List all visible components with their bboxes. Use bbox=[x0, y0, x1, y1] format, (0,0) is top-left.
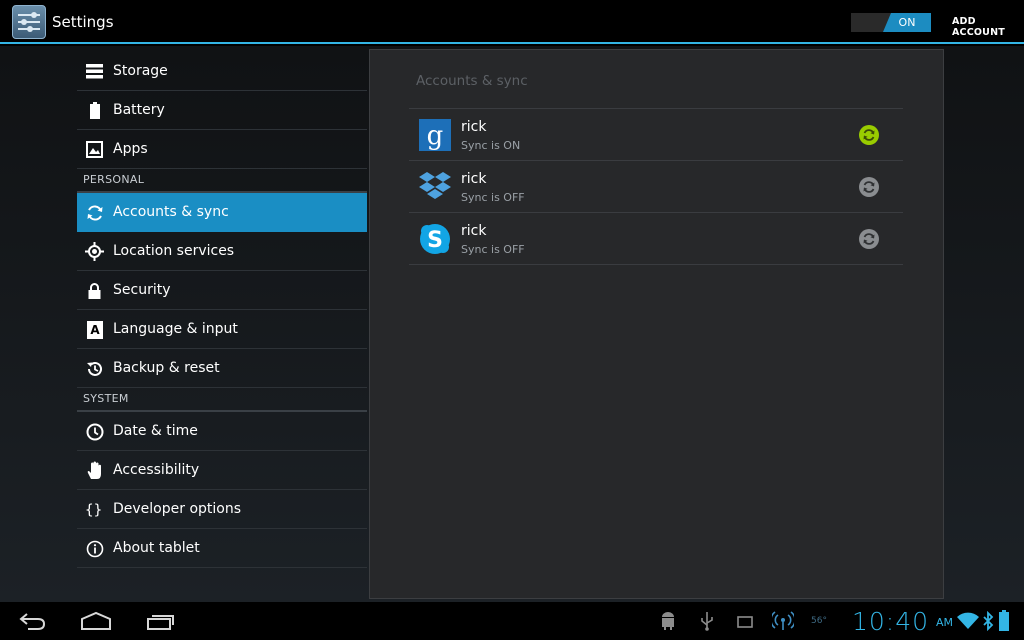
home-button[interactable] bbox=[80, 611, 112, 635]
wifi-icon bbox=[957, 612, 979, 634]
accounts-sync-toggle[interactable]: ON bbox=[851, 13, 931, 32]
action-bar: Settings ON ADD ACCOUNT bbox=[0, 0, 1024, 44]
sidebar-item-label: Language & input bbox=[113, 321, 238, 337]
svg-text:g: g bbox=[427, 121, 444, 151]
screenshot-icon bbox=[736, 611, 754, 635]
sidebar-item-apps[interactable]: Apps bbox=[77, 130, 367, 169]
lock-icon bbox=[85, 281, 104, 300]
apps-icon bbox=[85, 140, 104, 159]
svg-text:S: S bbox=[427, 228, 443, 253]
section-header-label: SYSTEM bbox=[83, 392, 129, 405]
storage-icon bbox=[85, 62, 104, 81]
sidebar-item-label: Location services bbox=[113, 243, 235, 259]
account-sync-status: Sync is OFF bbox=[461, 191, 525, 204]
hotspot-icon bbox=[770, 611, 796, 635]
account-sync-status: Sync is ON bbox=[461, 139, 521, 152]
sidebar-item-label: Accounts & sync bbox=[113, 204, 229, 220]
dropbox-icon bbox=[417, 169, 453, 205]
sidebar-item-label: Storage bbox=[113, 63, 168, 79]
back-button[interactable] bbox=[18, 611, 46, 635]
bluetooth-icon bbox=[982, 610, 994, 635]
sidebar-item-about-tablet[interactable]: About tablet bbox=[77, 529, 367, 568]
sync-on-icon[interactable] bbox=[859, 125, 879, 145]
location-icon bbox=[85, 242, 104, 261]
braces-icon: {} bbox=[85, 500, 104, 519]
recent-apps-button[interactable] bbox=[146, 611, 176, 635]
sidebar-item-label: Backup & reset bbox=[113, 360, 220, 376]
sidebar-item-date-time[interactable]: Date & time bbox=[77, 412, 367, 451]
backup-icon bbox=[85, 359, 104, 378]
toggle-on-label: ON bbox=[883, 13, 931, 32]
battery-status-icon bbox=[998, 610, 1010, 636]
android-debug-icon bbox=[660, 611, 676, 635]
google-icon: g bbox=[419, 119, 451, 151]
account-name: rick bbox=[461, 223, 487, 239]
sidebar-item-label: Accessibility bbox=[113, 462, 200, 478]
sidebar-item-storage[interactable]: Storage bbox=[77, 52, 367, 91]
sidebar-item-label: Battery bbox=[113, 102, 165, 118]
sidebar-item-developer-options[interactable]: {} Developer options bbox=[77, 490, 367, 529]
sidebar-item-battery[interactable]: Battery bbox=[77, 91, 367, 130]
sidebar-item-label: Date & time bbox=[113, 423, 198, 439]
sidebar-item-accounts-sync[interactable]: Accounts & sync bbox=[77, 193, 367, 232]
clock-ampm: AM bbox=[936, 616, 954, 629]
account-name: rick bbox=[461, 119, 487, 135]
settings-sidebar: Storage Battery Apps PERSONAL Accounts &… bbox=[77, 52, 367, 568]
sidebar-item-security[interactable]: Security bbox=[77, 271, 367, 310]
account-name: rick bbox=[461, 171, 487, 187]
account-row-skype[interactable]: S rick Sync is OFF bbox=[409, 213, 903, 265]
account-row-dropbox[interactable]: rick Sync is OFF bbox=[409, 161, 903, 213]
system-bar: 56° 10:40 AM bbox=[0, 602, 1024, 640]
hand-icon bbox=[85, 461, 104, 480]
battery-icon bbox=[85, 101, 104, 120]
info-icon bbox=[85, 539, 104, 558]
skype-icon: S bbox=[419, 223, 451, 255]
accounts-pane: Accounts & sync g rick Sync is ON rick S… bbox=[369, 49, 944, 599]
svg-text:A: A bbox=[90, 323, 100, 337]
sync-off-icon[interactable] bbox=[859, 229, 879, 249]
sidebar-item-label: About tablet bbox=[113, 540, 200, 556]
section-header-system: SYSTEM bbox=[77, 388, 367, 412]
sidebar-item-label: Security bbox=[113, 282, 171, 298]
account-sync-status: Sync is OFF bbox=[461, 243, 525, 256]
sidebar-item-label: Apps bbox=[113, 141, 148, 157]
accounts-list: g rick Sync is ON rick Sync is OFF S ric… bbox=[409, 108, 903, 265]
temperature-readout: 56° bbox=[811, 616, 827, 626]
usb-icon bbox=[700, 611, 714, 635]
clock-time[interactable]: 10:40 bbox=[852, 607, 929, 636]
sidebar-item-accessibility[interactable]: Accessibility bbox=[77, 451, 367, 490]
section-header-personal: PERSONAL bbox=[77, 169, 367, 193]
sidebar-item-backup-reset[interactable]: Backup & reset bbox=[77, 349, 367, 388]
sidebar-item-location-services[interactable]: Location services bbox=[77, 232, 367, 271]
sync-off-icon[interactable] bbox=[859, 177, 879, 197]
language-icon: A bbox=[85, 320, 104, 339]
account-row-google[interactable]: g rick Sync is ON bbox=[409, 109, 903, 161]
section-header-label: PERSONAL bbox=[83, 173, 145, 186]
svg-text:{}: {} bbox=[85, 502, 102, 518]
add-account-button[interactable]: ADD ACCOUNT bbox=[952, 16, 1024, 38]
sidebar-item-language-input[interactable]: A Language & input bbox=[77, 310, 367, 349]
sync-icon bbox=[85, 203, 104, 222]
pane-title: Accounts & sync bbox=[416, 73, 528, 89]
app-title: Settings bbox=[52, 13, 114, 31]
sidebar-item-label: Developer options bbox=[113, 501, 242, 517]
clock-icon bbox=[85, 422, 104, 441]
settings-app-icon[interactable] bbox=[12, 5, 46, 39]
